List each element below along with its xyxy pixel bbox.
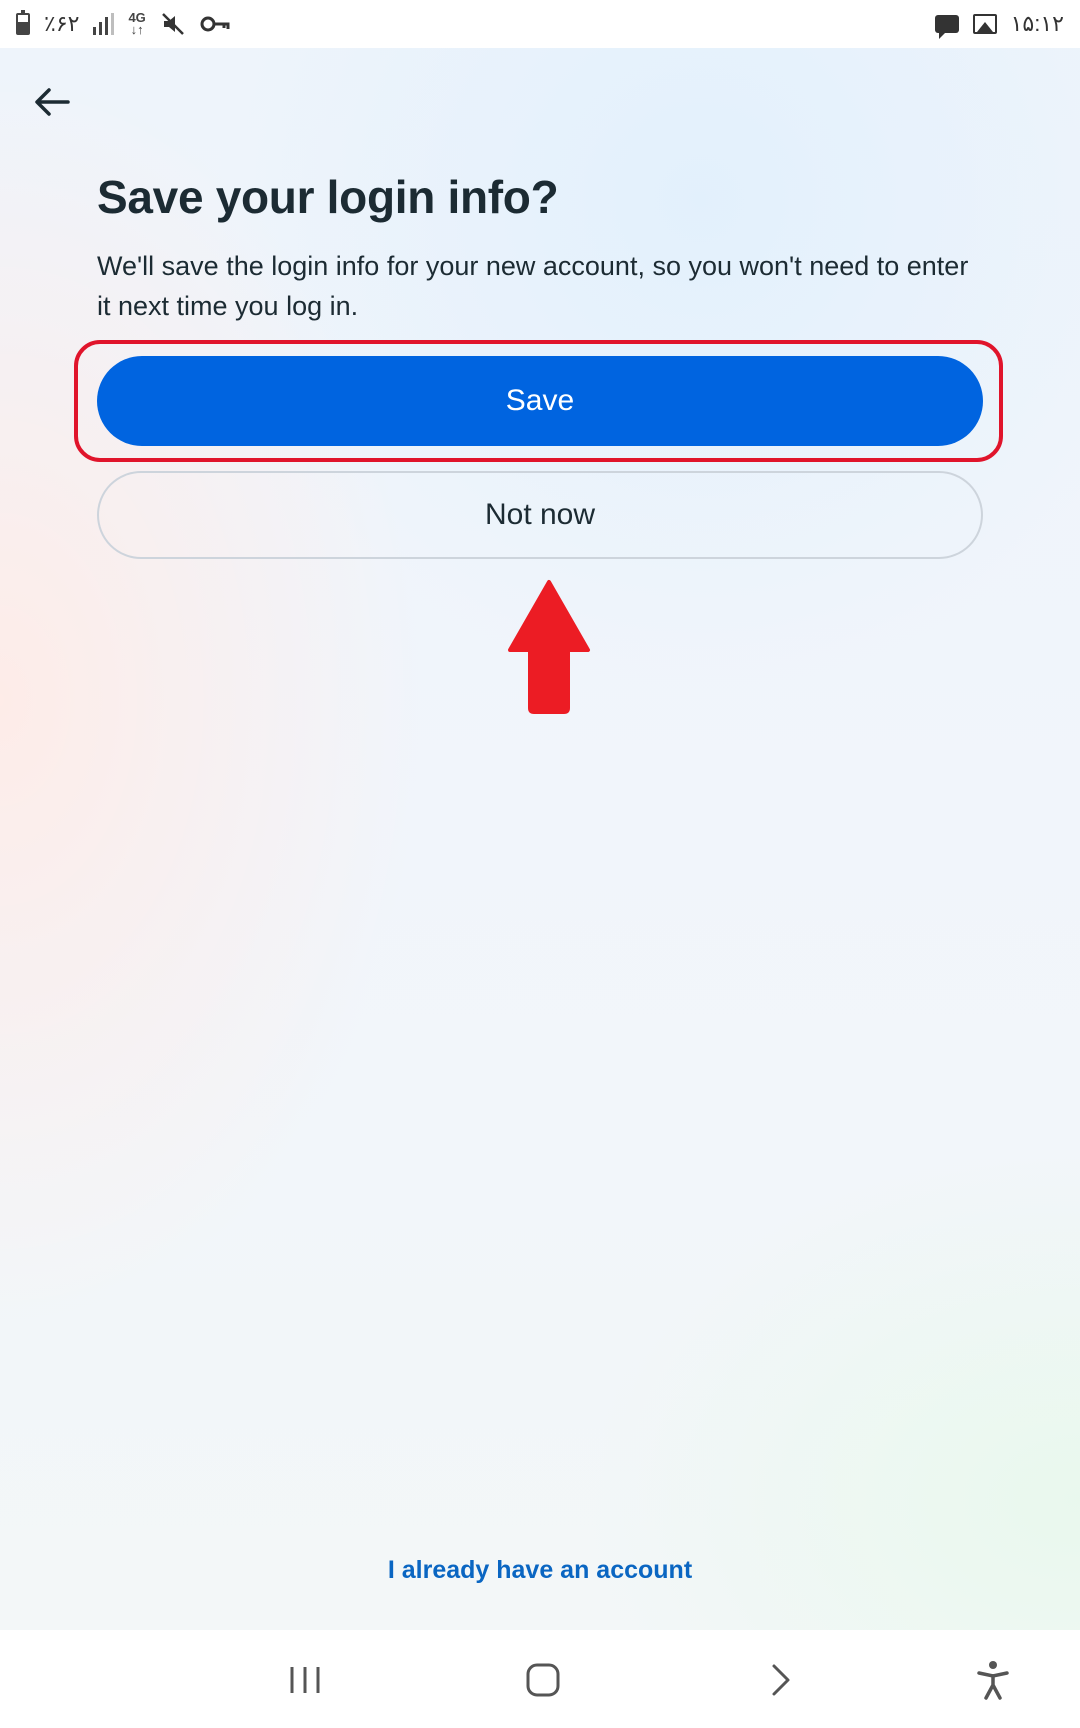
background	[0, 0, 1080, 1630]
not-now-button[interactable]: Not now	[97, 471, 983, 559]
battery-icon	[16, 10, 30, 35]
nav-back-button[interactable]	[756, 1650, 806, 1710]
nav-recents-button[interactable]	[280, 1650, 330, 1710]
battery-percent: ٪۶۲	[44, 11, 80, 36]
signal-icon	[93, 13, 115, 35]
status-bar: ٪۶۲ 4G ↓↑ ۱۵:۱۲	[0, 0, 1080, 48]
status-left: ٪۶۲ 4G ↓↑	[16, 10, 230, 37]
network-type-icon: 4G ↓↑	[128, 11, 145, 37]
navigation-bar	[0, 1630, 1080, 1728]
status-right: ۱۵:۱۲	[934, 11, 1064, 39]
message-notification-icon	[934, 15, 959, 39]
clock: ۱۵:۱۲	[1010, 11, 1064, 36]
gallery-notification-icon	[972, 14, 997, 34]
save-button[interactable]: Save	[97, 356, 983, 446]
page-description: We'll save the login info for your new a…	[97, 251, 969, 321]
chevron-right-icon	[772, 1664, 790, 1696]
back-button[interactable]	[28, 78, 76, 126]
data-transfer-icon: ↓↑	[130, 22, 144, 37]
mute-icon	[161, 13, 184, 35]
nav-accessibility-button[interactable]	[968, 1650, 1018, 1710]
already-have-account-link[interactable]: I already have an account	[0, 1556, 1080, 1585]
red-arrow-annotation	[508, 580, 590, 714]
home-icon	[526, 1663, 560, 1697]
arrow-left-icon	[35, 88, 70, 116]
accessibility-icon	[977, 1661, 1009, 1700]
nav-home-button[interactable]	[518, 1650, 568, 1710]
recents-icon	[290, 1667, 320, 1693]
vpn-key-icon	[200, 16, 230, 32]
page-title: Save your login info?	[97, 171, 559, 223]
